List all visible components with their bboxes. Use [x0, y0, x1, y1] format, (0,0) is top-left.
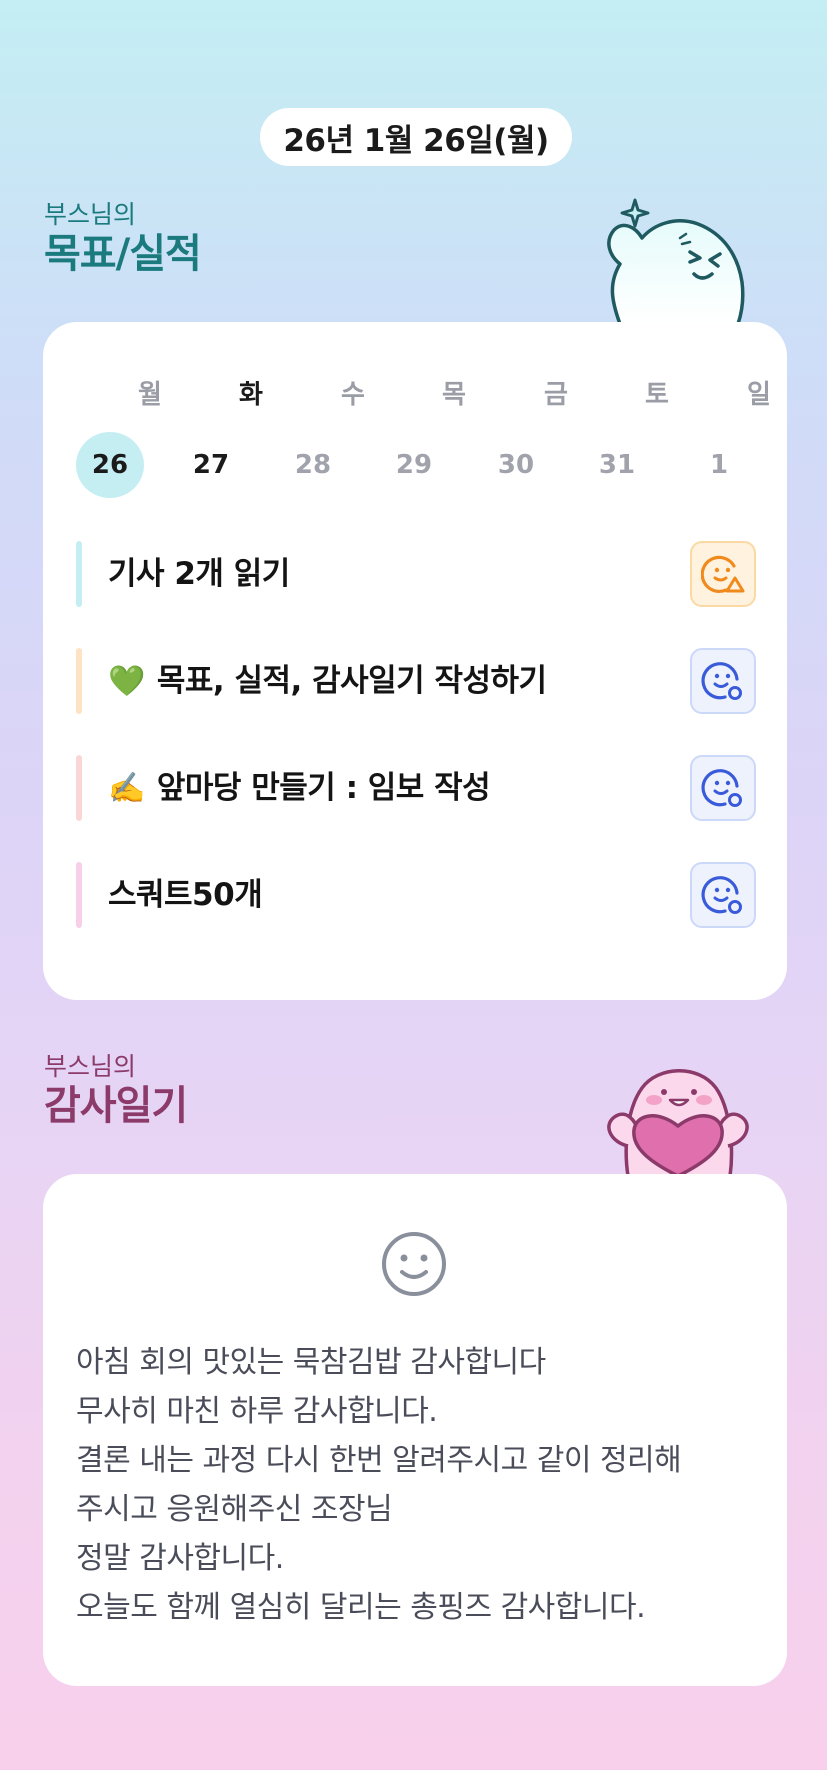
goals-section-title: 부스님의 목표/실적 [44, 200, 202, 278]
goal-text: 스쿼트50개 [108, 877, 263, 913]
dow-mon: 월 [138, 380, 162, 410]
goal-item[interactable]: 💚 목표, 실적, 감사일기 작성하기 [76, 648, 756, 714]
goal-color-bar [76, 648, 82, 714]
dow-wed: 수 [341, 380, 365, 410]
goal-status-button[interactable] [690, 755, 756, 821]
green-heart-icon: 💚 [108, 664, 145, 699]
thanks-section-title: 부스님의 감사일기 [44, 1052, 188, 1130]
goals-card: 월 화 수 목 금 토 일 26 27 28 29 30 31 1 기사 2개 … [43, 322, 787, 1000]
goal-color-bar [76, 862, 82, 928]
goal-item[interactable]: 스쿼트50개 [76, 862, 756, 928]
dow-tue: 화 [239, 380, 263, 410]
goal-color-bar [76, 755, 82, 821]
goal-text: ✍️ 앞마당 만들기 : 임보 작성 [108, 755, 491, 821]
goal-text: 기사 2개 읽기 [108, 556, 290, 592]
goal-status-button[interactable] [690, 648, 756, 714]
thanks-title: 감사일기 [44, 1083, 188, 1129]
goals-title: 목표/실적 [44, 231, 202, 277]
goal-text: 💚 목표, 실적, 감사일기 작성하기 [108, 648, 547, 714]
goal-color-bar [76, 541, 82, 607]
goal-status-button[interactable] [690, 541, 756, 607]
thanks-line: 아침 회의 맛있는 묵참김밥 감사합니다 [76, 1345, 546, 1380]
thanks-diary-text: 아침 회의 맛있는 묵참김밥 감사합니다 무사히 마친 하루 감사합니다. 결론… [76, 1338, 766, 1632]
app-screen: 26년 1월 26일(월) 부스님의 목표/실적 월 화 수 목 금 토 일 2… [2, 0, 825, 1770]
heart-mascot-icon [607, 1069, 749, 1176]
day-30[interactable]: 30 [482, 432, 550, 498]
smile-face-icon[interactable] [380, 1230, 448, 1298]
dow-thu: 목 [442, 380, 466, 410]
thanks-line: 오늘도 함께 열심히 달리는 총핑즈 감사합니다. [76, 1590, 646, 1625]
date-selector[interactable]: 26년 1월 26일(월) [260, 108, 572, 166]
face-check-icon [701, 769, 742, 807]
day-27[interactable]: 27 [177, 432, 245, 498]
thanks-owner-label: 부스님의 [44, 1052, 137, 1081]
thanks-card: 아침 회의 맛있는 묵참김밥 감사합니다 무사히 마친 하루 감사합니다. 결론… [43, 1174, 787, 1686]
thanks-line: 무사히 마친 하루 감사합니다. [76, 1394, 438, 1429]
day-28[interactable]: 28 [279, 432, 347, 498]
dow-fri: 금 [544, 380, 568, 410]
ghost-mascot-icon [607, 198, 745, 324]
day-29[interactable]: 29 [380, 432, 448, 498]
goal-status-button[interactable] [690, 862, 756, 928]
face-check-icon [701, 662, 742, 700]
thanks-line: 결론 내는 과정 다시 한번 알려주시고 같이 정리해 [76, 1443, 682, 1478]
day-1[interactable]: 1 [685, 432, 753, 498]
face-warning-icon [701, 555, 745, 594]
writing-hand-icon: ✍️ [108, 771, 145, 806]
thanks-line: 주시고 응원해주신 조장님 [76, 1492, 393, 1527]
thanks-line: 정말 감사합니다. [76, 1541, 284, 1576]
dow-sat: 토 [645, 380, 669, 410]
goal-item[interactable]: 기사 2개 읽기 [76, 541, 756, 607]
goals-owner-label: 부스님의 [44, 200, 137, 229]
dow-sun: 일 [747, 380, 771, 410]
day-26[interactable]: 26 [76, 432, 144, 498]
goal-item[interactable]: ✍️ 앞마당 만들기 : 임보 작성 [76, 755, 756, 821]
day-31[interactable]: 31 [583, 432, 651, 498]
face-check-icon [701, 876, 742, 914]
